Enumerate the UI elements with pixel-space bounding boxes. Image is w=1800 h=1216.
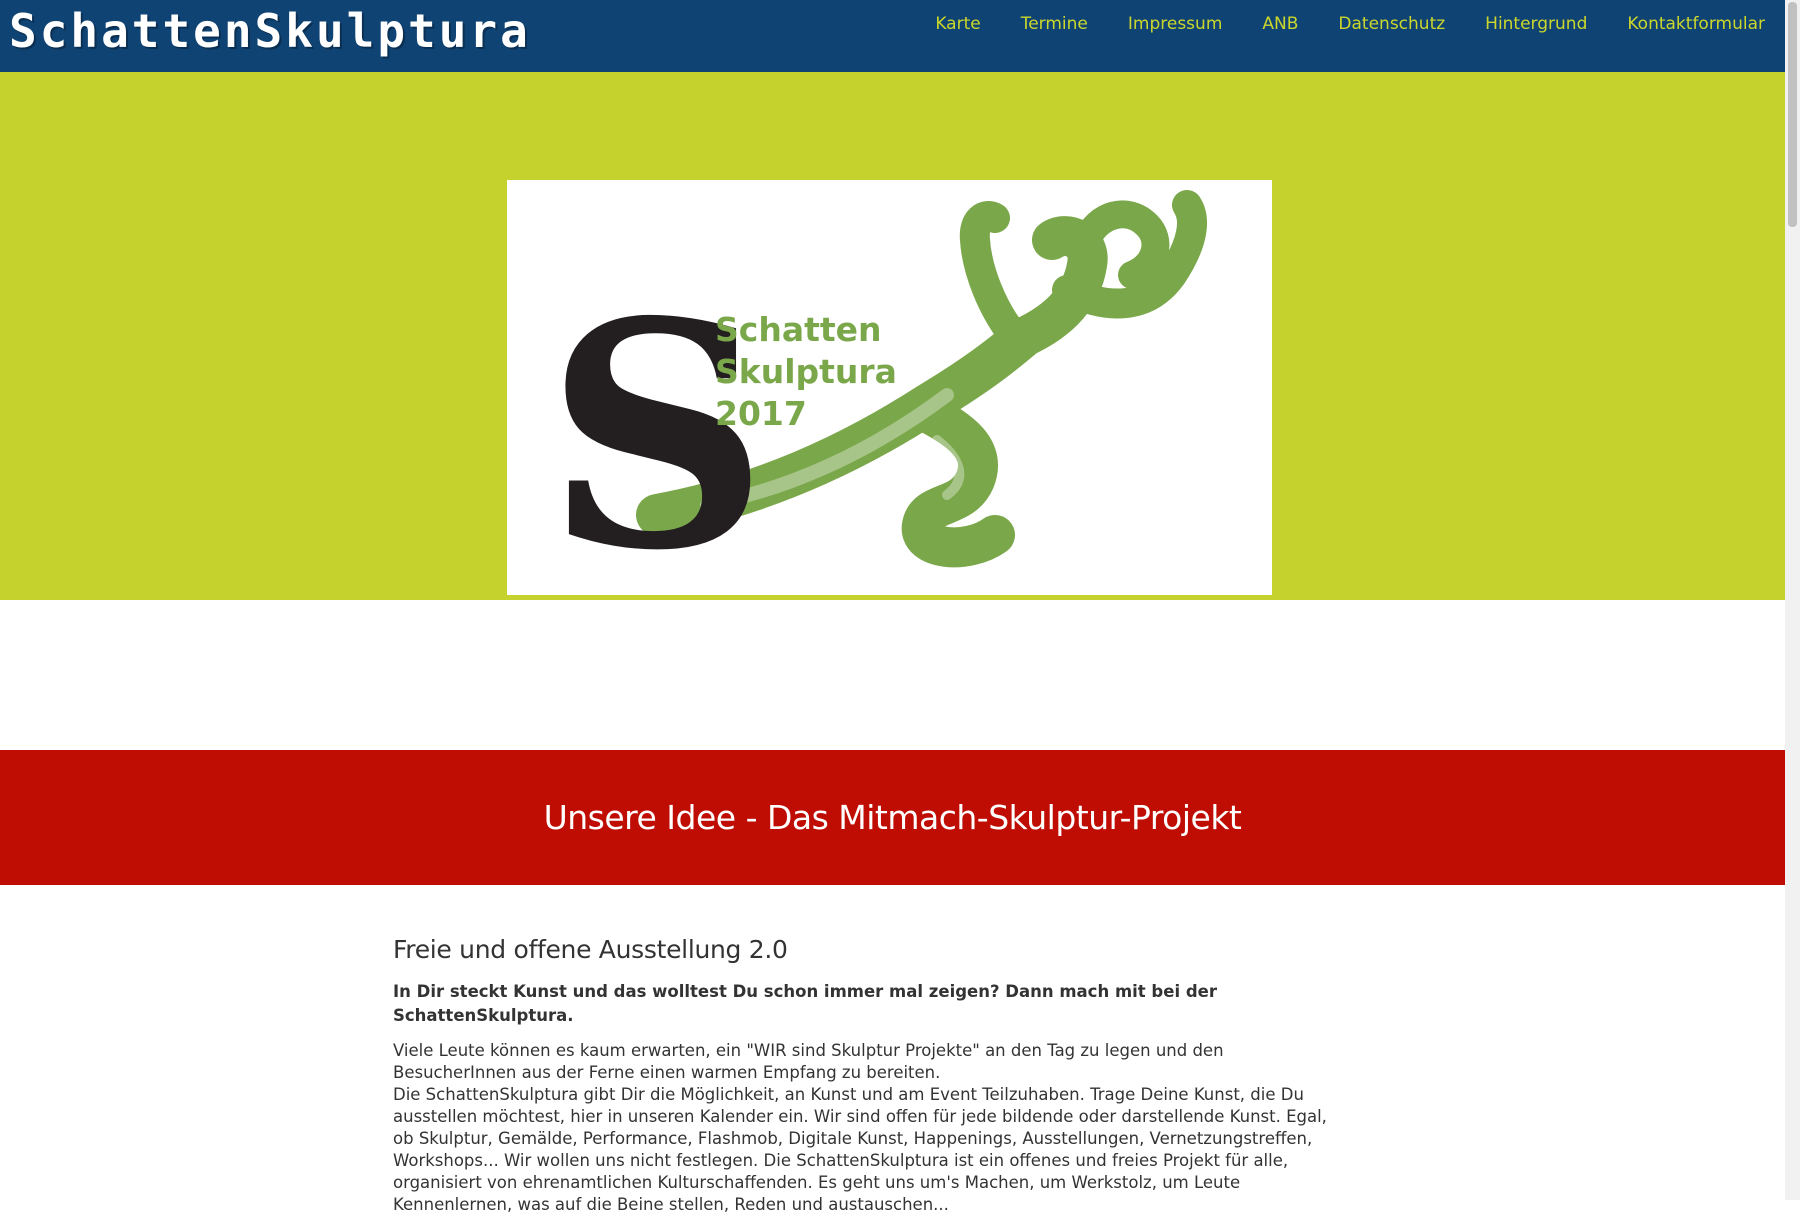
paragraph-1: Viele Leute können es kaum erwarten, ein… xyxy=(393,1041,1224,1082)
nav-item-datenschutz[interactable]: Datenschutz xyxy=(1338,11,1445,37)
logo-line-3: 2017 xyxy=(715,394,807,433)
section-banner: Unsere Idee - Das Mitmach-Skulptur-Proje… xyxy=(0,750,1785,885)
section-title: Unsere Idee - Das Mitmach-Skulptur-Proje… xyxy=(543,798,1242,837)
nav-item-termine[interactable]: Termine xyxy=(1021,11,1088,37)
nav-item-impressum[interactable]: Impressum xyxy=(1128,11,1223,37)
lead-text: In Dir steckt Kunst und das wolltest Du … xyxy=(393,982,1217,1025)
hero-banner: S Schatten Skulptura 2017 xyxy=(0,72,1785,600)
content-heading: Freie und offene Ausstellung 2.0 xyxy=(393,935,788,964)
paragraph-2: Die SchattenSkulptura gibt Dir die Mögli… xyxy=(393,1085,1327,1214)
scrollbar-thumb[interactable] xyxy=(1788,2,1797,227)
page-scrollbar[interactable] xyxy=(1785,0,1800,1200)
logo-line-1: Schatten xyxy=(715,310,882,349)
nav-item-kontaktformular[interactable]: Kontaktformular xyxy=(1627,11,1765,37)
main-nav: Karte Termine Impressum ANB Datenschutz … xyxy=(935,11,1765,37)
event-logo: S Schatten Skulptura 2017 xyxy=(507,180,1272,595)
logo-line-2: Skulptura xyxy=(715,352,897,391)
nav-item-karte[interactable]: Karte xyxy=(935,11,980,37)
main-content: Freie und offene Ausstellung 2.0 In Dir … xyxy=(393,928,1348,1216)
top-navbar: SchattenSkulptura Karte Termine Impressu… xyxy=(0,0,1785,72)
site-title[interactable]: SchattenSkulptura xyxy=(9,6,531,56)
nav-item-anb[interactable]: ANB xyxy=(1262,11,1298,37)
body-text: Viele Leute können es kaum erwarten, ein… xyxy=(393,1040,1348,1216)
nav-item-hintergrund[interactable]: Hintergrund xyxy=(1485,11,1587,37)
logo-text: Schatten Skulptura 2017 xyxy=(715,309,897,435)
